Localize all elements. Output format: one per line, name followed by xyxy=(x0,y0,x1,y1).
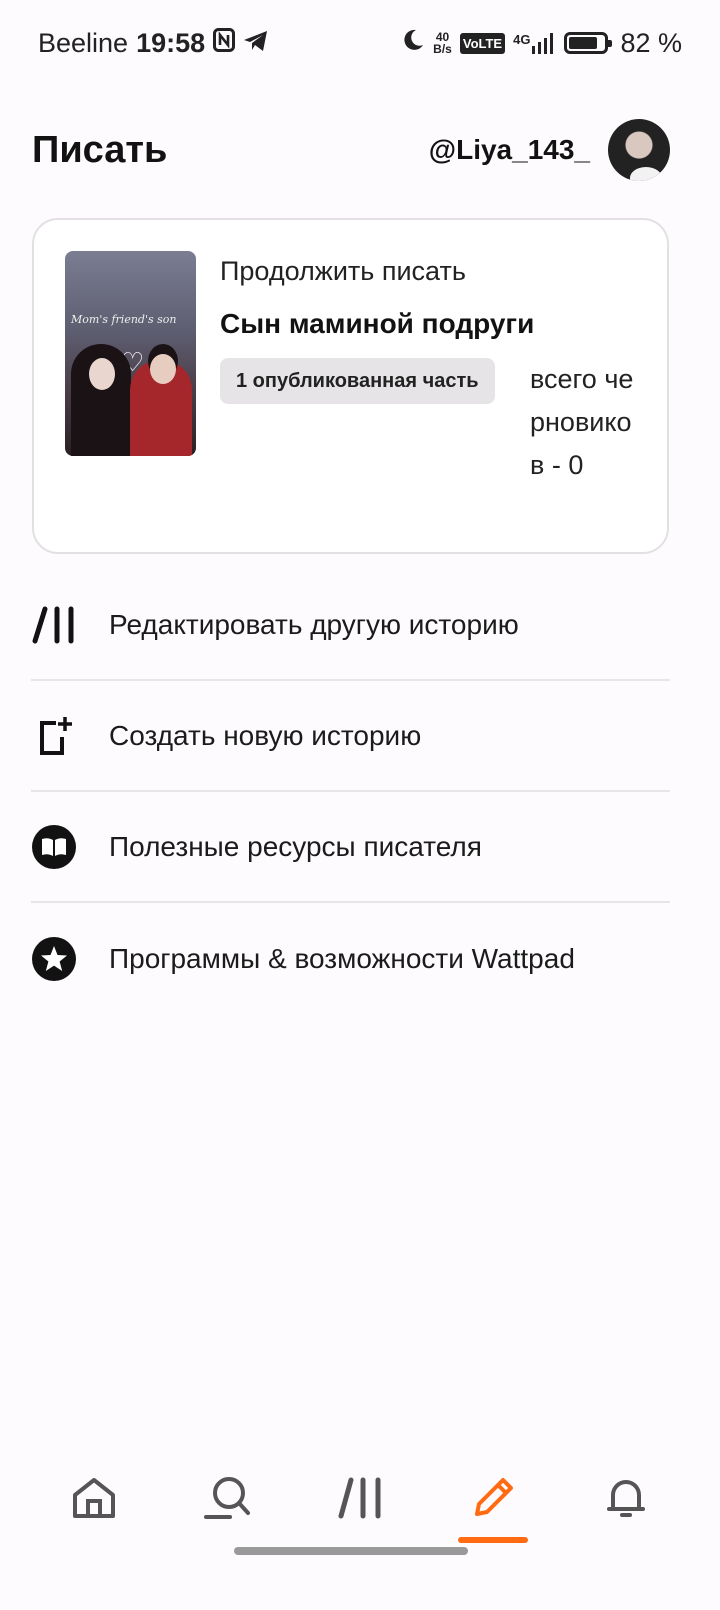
header: Писать @Liya_143_ xyxy=(32,118,670,182)
avatar[interactable] xyxy=(608,119,670,181)
menu-label-writer-resources: Полезные ресурсы писателя xyxy=(109,830,482,862)
clock: 19:58 xyxy=(136,27,206,58)
story-title[interactable]: Сын маминой подруги xyxy=(220,308,534,340)
write-screen: Beeline 19:58 40 B/s VoLTE 4G 82 % Писат… xyxy=(0,0,720,1610)
library-icon xyxy=(336,1475,384,1526)
drafts-count: всего черновиков - 0 xyxy=(530,364,634,480)
menu-item-writer-resources[interactable]: Полезные ресурсы писателя xyxy=(31,792,670,903)
menu-item-new-story[interactable]: Создать новую историю xyxy=(31,681,670,792)
continue-writing-label: Продолжить писать xyxy=(220,256,466,286)
status-right: 40 B/s VoLTE 4G 82 % xyxy=(401,28,682,59)
menu-item-wattpad-programs[interactable]: Программы & возможности Wattpad xyxy=(31,903,670,1014)
nfc-icon xyxy=(213,27,236,59)
network-type: 4G xyxy=(513,32,531,47)
menu-label-new-story: Создать новую историю xyxy=(109,719,422,751)
page-title: Писать xyxy=(32,128,168,171)
write-icon xyxy=(469,1474,517,1527)
bottom-nav xyxy=(0,1460,720,1543)
new-story-icon xyxy=(31,713,77,759)
battery-icon xyxy=(564,32,613,54)
menu-label-edit-story: Редактировать другую историю xyxy=(109,608,519,640)
carrier-name: Beeline xyxy=(38,27,129,58)
net-speed: 40 B/s xyxy=(433,31,452,55)
library-icon xyxy=(31,602,77,648)
nav-home[interactable] xyxy=(59,1465,129,1535)
nav-notifications[interactable] xyxy=(591,1465,661,1535)
continue-writing-card[interactable]: Mom's friend's son ♡ Продолжить писать С… xyxy=(32,218,669,554)
telegram-icon xyxy=(243,28,269,59)
battery-fill xyxy=(569,37,598,49)
story-cover[interactable]: Mom's friend's son ♡ xyxy=(65,251,196,456)
menu-item-edit-story[interactable]: Редактировать другую историю xyxy=(31,570,670,681)
home-icon xyxy=(71,1475,117,1526)
nav-search[interactable] xyxy=(192,1465,262,1535)
star-icon xyxy=(31,936,77,982)
volte-badge: VoLTE xyxy=(459,32,506,54)
status-left: Beeline 19:58 xyxy=(38,27,269,59)
signal-icon: 4G xyxy=(513,32,556,54)
book-icon xyxy=(31,824,77,870)
home-indicator[interactable] xyxy=(234,1547,468,1555)
moon-icon xyxy=(401,28,425,59)
status-bar: Beeline 19:58 40 B/s VoLTE 4G 82 % xyxy=(0,0,720,86)
write-menu: Редактировать другую историю Создать нов… xyxy=(31,570,670,1014)
battery-percent: 82 % xyxy=(620,27,682,58)
cover-figure-right xyxy=(130,354,192,456)
username[interactable]: @Liya_143_ xyxy=(429,134,590,166)
menu-label-wattpad-programs: Программы & возможности Wattpad xyxy=(109,942,575,974)
cover-text: Mom's friend's son xyxy=(71,313,177,326)
cover-figure-left xyxy=(71,344,131,456)
net-speed-unit: B/s xyxy=(433,42,452,56)
nav-write[interactable] xyxy=(457,1465,528,1543)
published-parts-badge: 1 опубликованная часть xyxy=(220,358,495,404)
nav-library[interactable] xyxy=(325,1465,395,1535)
search-icon xyxy=(202,1475,252,1526)
user-block[interactable]: @Liya_143_ xyxy=(429,119,670,181)
bell-icon xyxy=(603,1475,649,1526)
